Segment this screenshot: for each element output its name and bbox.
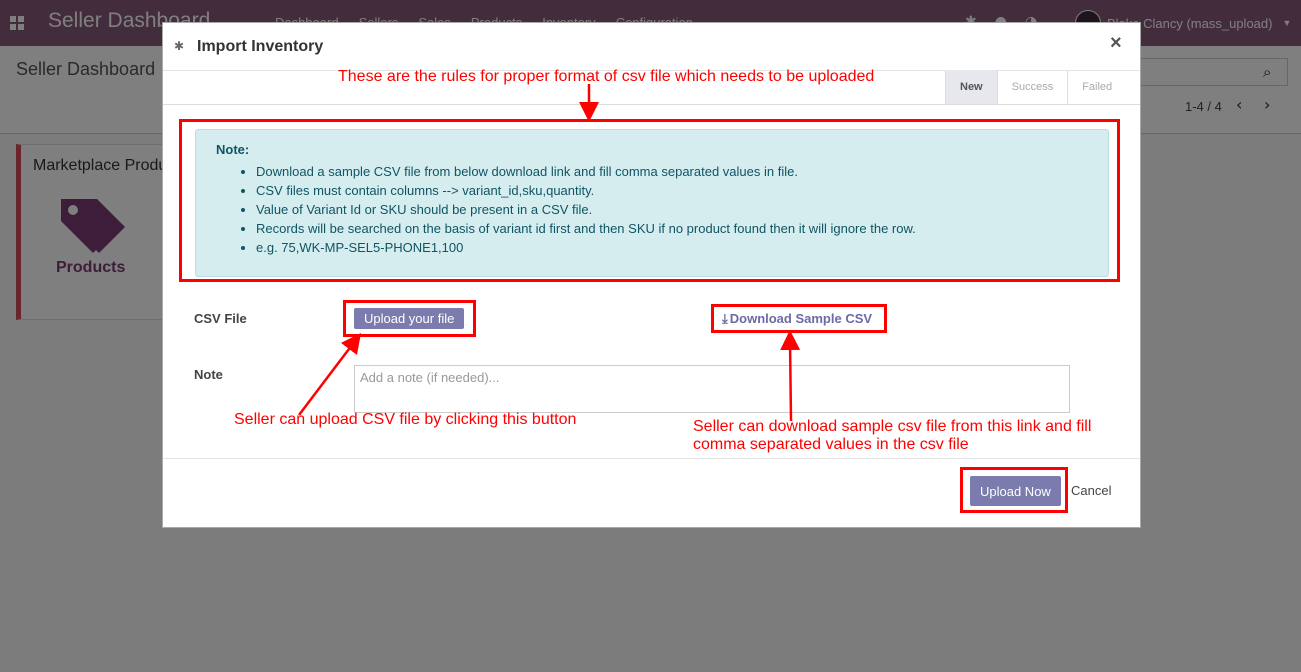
arrow-to-download [780, 330, 801, 422]
annotation-arrows [298, 84, 801, 422]
arrow-to-upload [298, 333, 362, 416]
